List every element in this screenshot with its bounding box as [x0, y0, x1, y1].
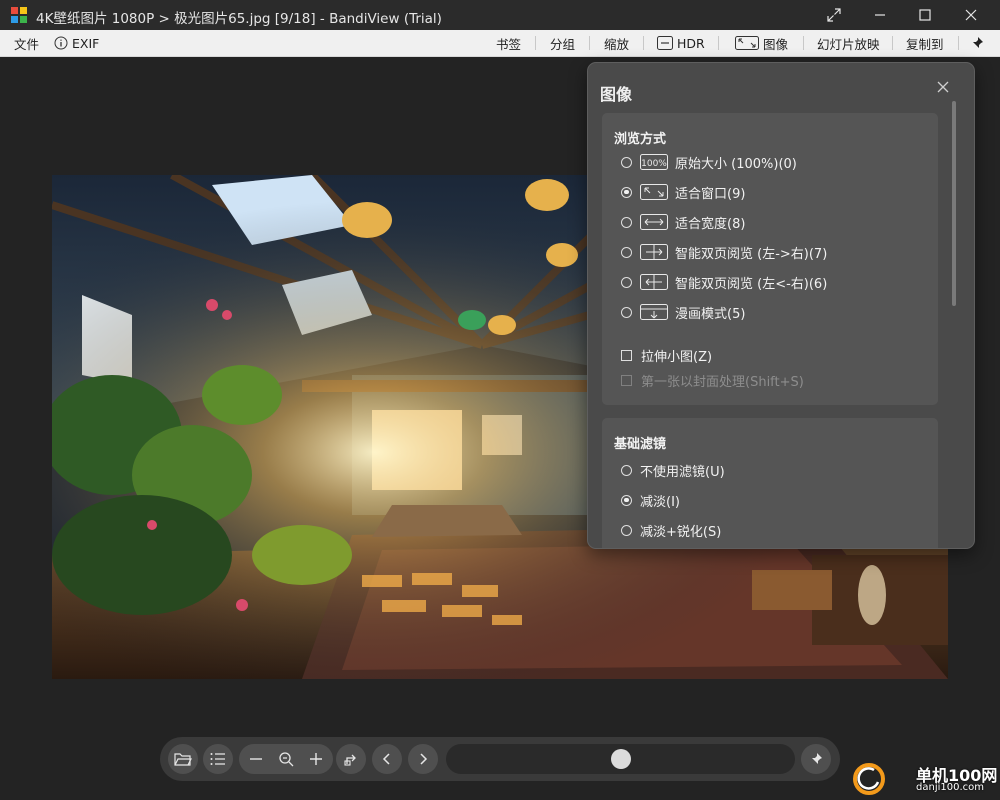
menu-file[interactable]: 文件	[14, 30, 39, 56]
minimize-icon	[875, 14, 885, 16]
window-title: 4K壁纸图片 1080P > 极光图片65.jpg [9/18] - Bandi…	[36, 11, 442, 27]
menu-separator	[958, 36, 959, 50]
pin-icon	[811, 753, 822, 765]
site-watermark: 单机100网 danji100.com	[852, 760, 1000, 800]
open-folder-icon	[174, 753, 192, 766]
minimize-button[interactable]	[857, 0, 903, 30]
dual-page-rtl-icon	[640, 274, 668, 290]
rotate-button[interactable]	[336, 744, 366, 774]
zoom-fit-icon	[279, 752, 294, 767]
basic-filter-title: 基础滤镜	[614, 437, 667, 452]
menu-separator	[643, 36, 644, 50]
menu-separator	[892, 36, 893, 50]
close-window-button[interactable]	[948, 0, 994, 30]
title-bar: 4K壁纸图片 1080P > 极光图片65.jpg [9/18] - Bandi…	[0, 0, 1000, 30]
zoom-out-button[interactable]	[241, 744, 271, 774]
list-button[interactable]	[203, 744, 233, 774]
next-button[interactable]	[408, 744, 438, 774]
checkbox-disabled	[621, 374, 632, 386]
menu-separator	[718, 36, 719, 50]
dual-page-ltr-icon	[640, 244, 668, 260]
radio-button[interactable]	[621, 246, 632, 258]
menu-separator	[535, 36, 536, 50]
radio-button[interactable]	[621, 156, 632, 168]
radio-button[interactable]	[621, 306, 632, 318]
menu-bar: 文件 EXIF 书签 分组 缩放 HDR 图像 幻灯片放映 复制到	[0, 30, 1000, 57]
fit-width-icon	[640, 214, 668, 230]
radio-button-selected[interactable]	[621, 494, 632, 506]
view-mode-original-size[interactable]: 100% 原始大小 (100%)(0)	[621, 151, 797, 173]
comic-mode-icon	[640, 304, 668, 320]
zoom-fit-button[interactable]	[271, 744, 301, 774]
filter-dodge[interactable]: 减淡(I)	[621, 489, 680, 511]
zoom-in-icon	[310, 753, 322, 765]
watermark-url: danji100.com	[916, 782, 984, 793]
filter-dodge-sharpen[interactable]: 减淡+锐化(S)	[621, 519, 721, 541]
maximize-icon	[919, 9, 931, 21]
radio-button[interactable]	[621, 276, 632, 288]
close-icon	[965, 9, 977, 21]
rotate-icon	[344, 754, 356, 766]
maximize-button[interactable]	[902, 0, 948, 30]
pin-toolbar-button[interactable]	[801, 744, 831, 774]
expand-icon	[827, 8, 841, 22]
panel-scrollbar[interactable]	[952, 101, 956, 306]
view-mode-title: 浏览方式	[614, 132, 667, 147]
menu-copy-to[interactable]: 复制到	[906, 30, 944, 56]
fit-window-icon	[735, 36, 759, 50]
watermark-logo	[853, 763, 885, 795]
stretch-small-checkbox[interactable]: 拉伸小图(Z)	[621, 344, 712, 366]
svg-text:100%: 100%	[641, 159, 667, 169]
info-icon	[54, 36, 68, 50]
fit-window-icon	[640, 184, 668, 200]
view-mode-dual-page-ltr[interactable]: 智能双页阅览 (左->右)(7)	[621, 241, 827, 263]
checkbox[interactable]	[621, 349, 632, 361]
pin-menu-button[interactable]	[970, 30, 988, 56]
app-logo	[11, 7, 27, 23]
view-mode-dual-page-rtl[interactable]: 智能双页阅览 (左<-右)(6)	[621, 271, 827, 293]
panel-close-icon[interactable]	[935, 79, 951, 95]
list-icon	[210, 753, 225, 765]
menu-image[interactable]: 图像	[735, 30, 788, 56]
view-mode-section: 浏览方式 100% 原始大小 (100%)(0) 适合窗口(9) 适合宽度(8)…	[602, 113, 938, 405]
basic-filter-section: 基础滤镜 不使用滤镜(U) 减淡(I) 减淡+锐化(S)	[602, 418, 938, 548]
original-size-icon: 100%	[640, 154, 668, 170]
open-folder-button[interactable]	[168, 744, 198, 774]
pin-icon	[972, 37, 983, 49]
zoom-out-icon	[250, 758, 262, 760]
filter-none[interactable]: 不使用滤镜(U)	[621, 459, 725, 481]
menu-hdr[interactable]: HDR	[657, 30, 705, 56]
menu-exif[interactable]: EXIF	[54, 30, 99, 56]
menu-group[interactable]: 分组	[550, 30, 575, 56]
image-settings-panel: 图像 浏览方式 100% 原始大小 (100%)(0) 适合窗口(9) 适合宽度…	[587, 62, 975, 549]
image-position-slider[interactable]	[446, 744, 795, 774]
menu-slideshow[interactable]: 幻灯片放映	[817, 30, 880, 56]
menu-zoom[interactable]: 缩放	[604, 30, 629, 56]
menu-separator	[803, 36, 804, 50]
view-mode-fit-width[interactable]: 适合宽度(8)	[621, 211, 745, 233]
previous-button[interactable]	[372, 744, 402, 774]
bottom-toolbar	[160, 737, 840, 781]
slider-knob[interactable]	[611, 749, 631, 769]
next-icon	[420, 753, 428, 765]
radio-button[interactable]	[621, 216, 632, 228]
menu-separator	[589, 36, 590, 50]
view-mode-fit-window[interactable]: 适合窗口(9)	[621, 181, 745, 203]
hdr-icon	[657, 36, 673, 50]
panel-title: 图像	[600, 85, 633, 104]
previous-icon	[382, 753, 390, 765]
radio-button[interactable]	[621, 464, 632, 476]
view-mode-comic[interactable]: 漫画模式(5)	[621, 301, 745, 323]
radio-button[interactable]	[621, 524, 632, 536]
menu-bookmark[interactable]: 书签	[496, 30, 521, 56]
expand-button[interactable]	[811, 0, 857, 30]
radio-button-selected[interactable]	[621, 186, 632, 198]
zoom-in-button[interactable]	[301, 744, 331, 774]
cover-first-checkbox: 第一张以封面处理(Shift+S)	[621, 369, 804, 391]
